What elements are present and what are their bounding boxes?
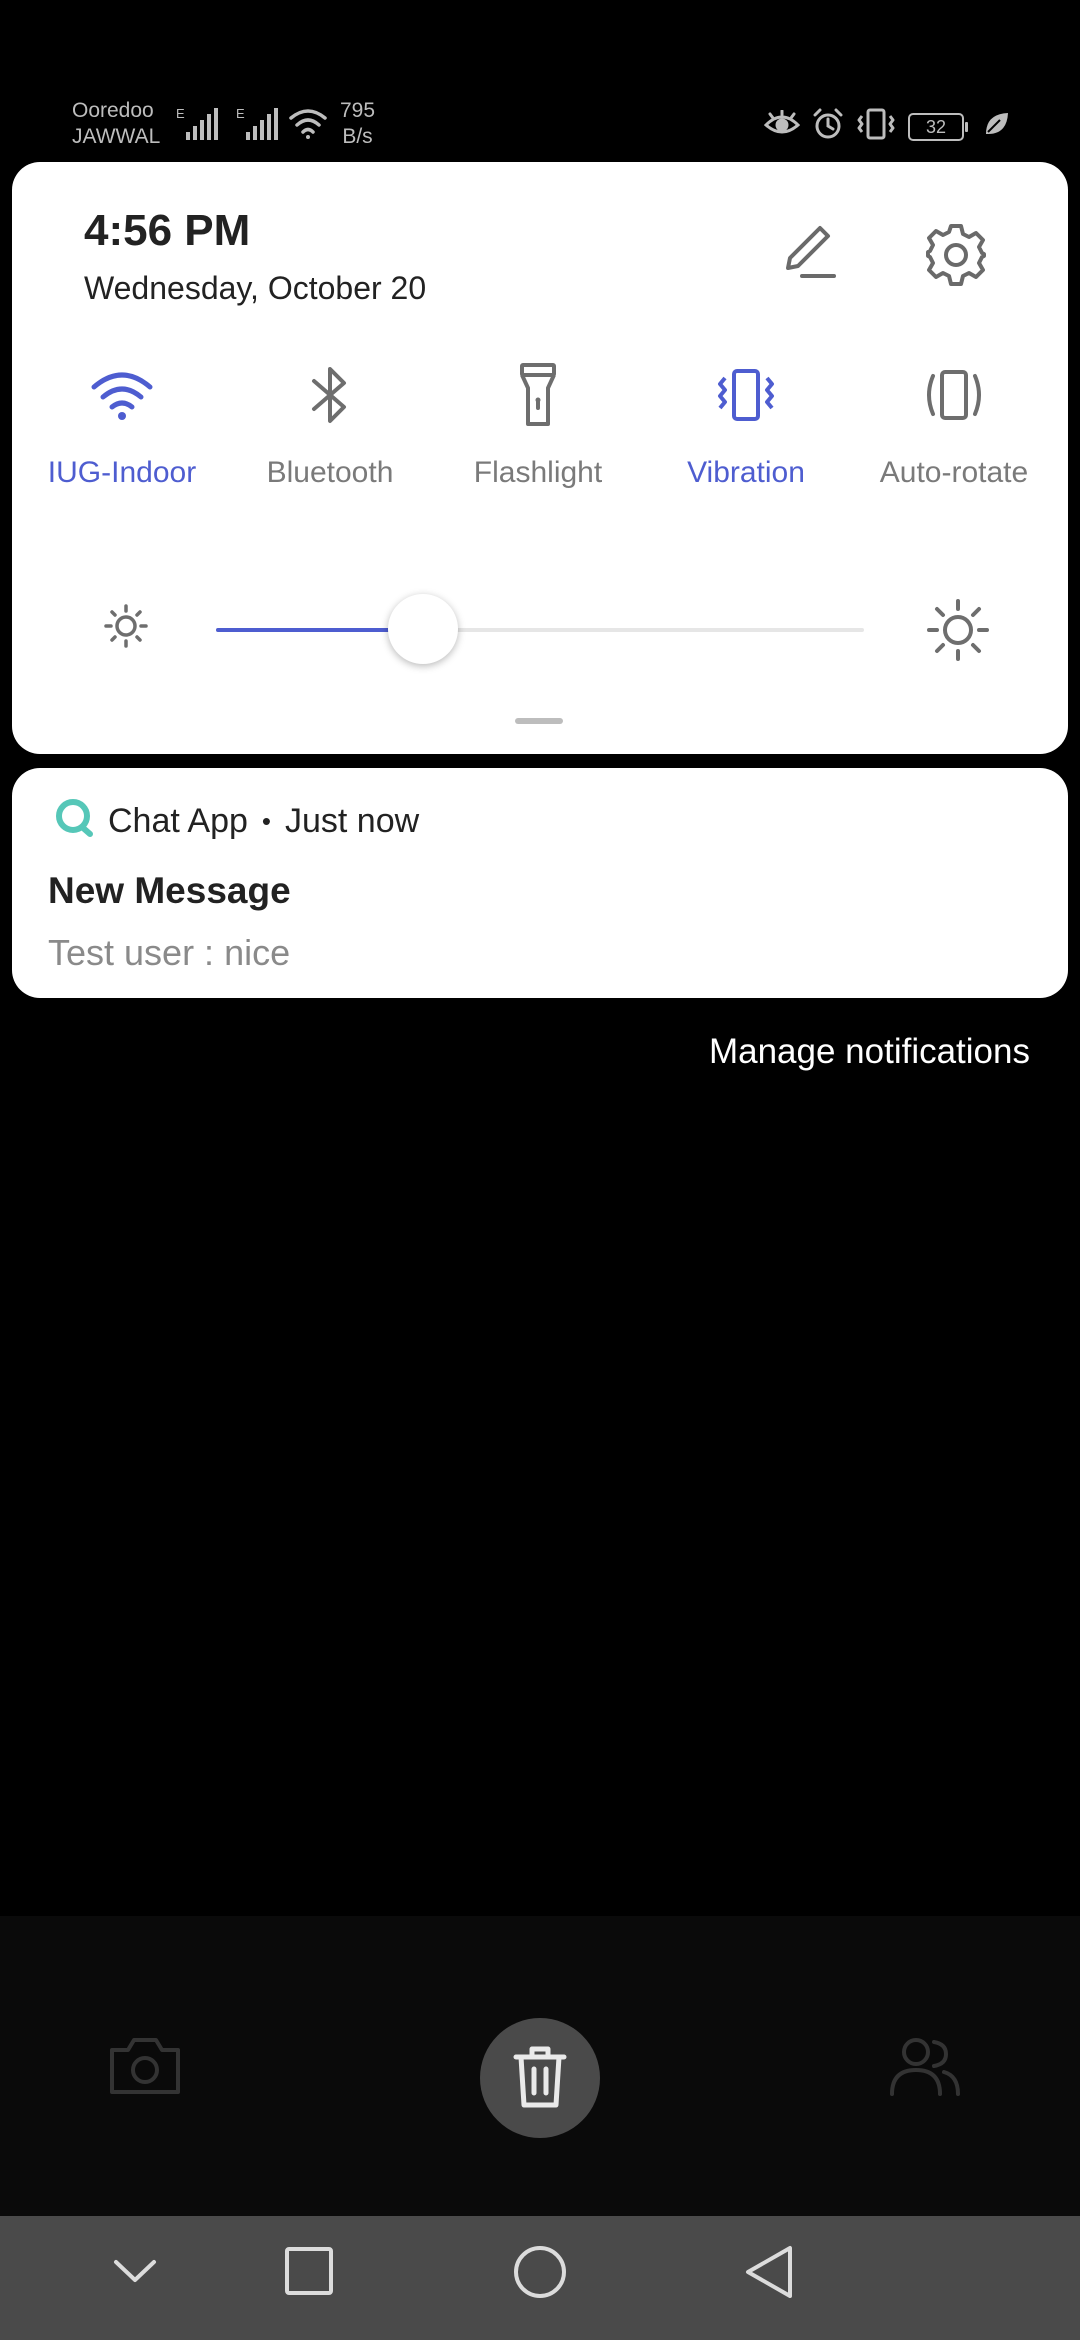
brightness-slider-thumb[interactable] <box>388 594 458 664</box>
flashlight-icon <box>438 360 638 430</box>
manage-notifications-button[interactable]: Manage notifications <box>709 1032 1030 1072</box>
people-icon[interactable] <box>886 2034 964 2103</box>
battery-indicator: 32 <box>908 112 968 141</box>
clock-time[interactable]: 4:56 PM <box>84 206 250 256</box>
alarm-icon <box>812 108 844 145</box>
eye-comfort-icon <box>763 109 801 143</box>
notification-card[interactable]: Chat App • Just now New Message Test use… <box>12 768 1068 998</box>
notification-body: Test user : nice <box>48 932 291 973</box>
tile-label: Vibration <box>687 456 805 489</box>
chat-app-logo-icon <box>52 796 94 847</box>
wifi-icon <box>22 360 222 430</box>
network-speed: 795 B/s <box>340 98 375 150</box>
tile-wifi[interactable]: IUG-Indoor <box>22 360 222 490</box>
notification-time: Just now <box>285 802 420 840</box>
notification-app-name: Chat App <box>108 802 248 840</box>
carrier-names: Ooredoo JAWWAL <box>72 98 160 150</box>
tile-auto-rotate[interactable]: Auto-rotate <box>854 360 1054 490</box>
auto-rotate-icon <box>854 360 1054 430</box>
vibration-icon <box>646 360 846 430</box>
status-icons: 32 <box>763 108 1010 145</box>
brightness-high-icon <box>926 598 990 667</box>
collapse-icon[interactable] <box>112 2256 158 2291</box>
tile-bluetooth[interactable]: Bluetooth <box>230 360 430 490</box>
date-text[interactable]: Wednesday, October 20 <box>84 270 426 307</box>
signal-1-icon: E <box>176 104 220 149</box>
camera-icon[interactable] <box>108 2034 182 2101</box>
tile-label: Auto-rotate <box>879 456 1029 489</box>
quick-settings-panel: 4:56 PM Wednesday, October 20 IUG-Indoor <box>12 162 1068 754</box>
speed-value: 795 <box>340 99 376 122</box>
bluetooth-icon <box>230 360 430 430</box>
back-icon[interactable] <box>744 2244 794 2305</box>
carrier-1: Ooredoo <box>72 99 154 122</box>
edit-pencil-icon[interactable] <box>780 222 840 287</box>
home-icon[interactable] <box>512 2244 568 2305</box>
delete-icon <box>512 2043 568 2114</box>
notification-header: Chat App • Just now <box>52 796 419 847</box>
svg-text:E: E <box>176 106 185 121</box>
signal-2-icon: E <box>236 104 280 149</box>
svg-text:E: E <box>236 106 245 121</box>
notification-title: New Message <box>48 870 291 911</box>
app-bottom-tab-bar <box>0 1916 1080 2216</box>
delete-button[interactable] <box>480 2018 600 2138</box>
speed-unit: B/s <box>342 125 373 148</box>
wifi-status-icon <box>288 106 328 145</box>
settings-gear-icon[interactable] <box>924 222 988 291</box>
brightness-slider[interactable] <box>216 594 864 664</box>
header-separator: • <box>261 806 271 836</box>
carrier-2: JAWWAL <box>72 125 161 148</box>
tile-label: Bluetooth <box>266 456 394 489</box>
brightness-low-icon <box>102 602 150 655</box>
status-bar: Ooredoo JAWWAL E E 795 B/s 32 <box>0 0 1080 160</box>
tile-label: Flashlight <box>473 456 603 489</box>
tile-label: IUG-Indoor <box>47 456 197 489</box>
power-saving-leaf-icon <box>982 110 1010 143</box>
tile-flashlight[interactable]: Flashlight <box>438 360 638 490</box>
recents-icon[interactable] <box>284 2246 334 2301</box>
panel-drag-handle[interactable] <box>515 718 563 724</box>
system-navigation-bar <box>0 2216 1080 2340</box>
vibrate-status-icon <box>856 108 896 145</box>
tile-vibration[interactable]: Vibration <box>646 360 846 490</box>
